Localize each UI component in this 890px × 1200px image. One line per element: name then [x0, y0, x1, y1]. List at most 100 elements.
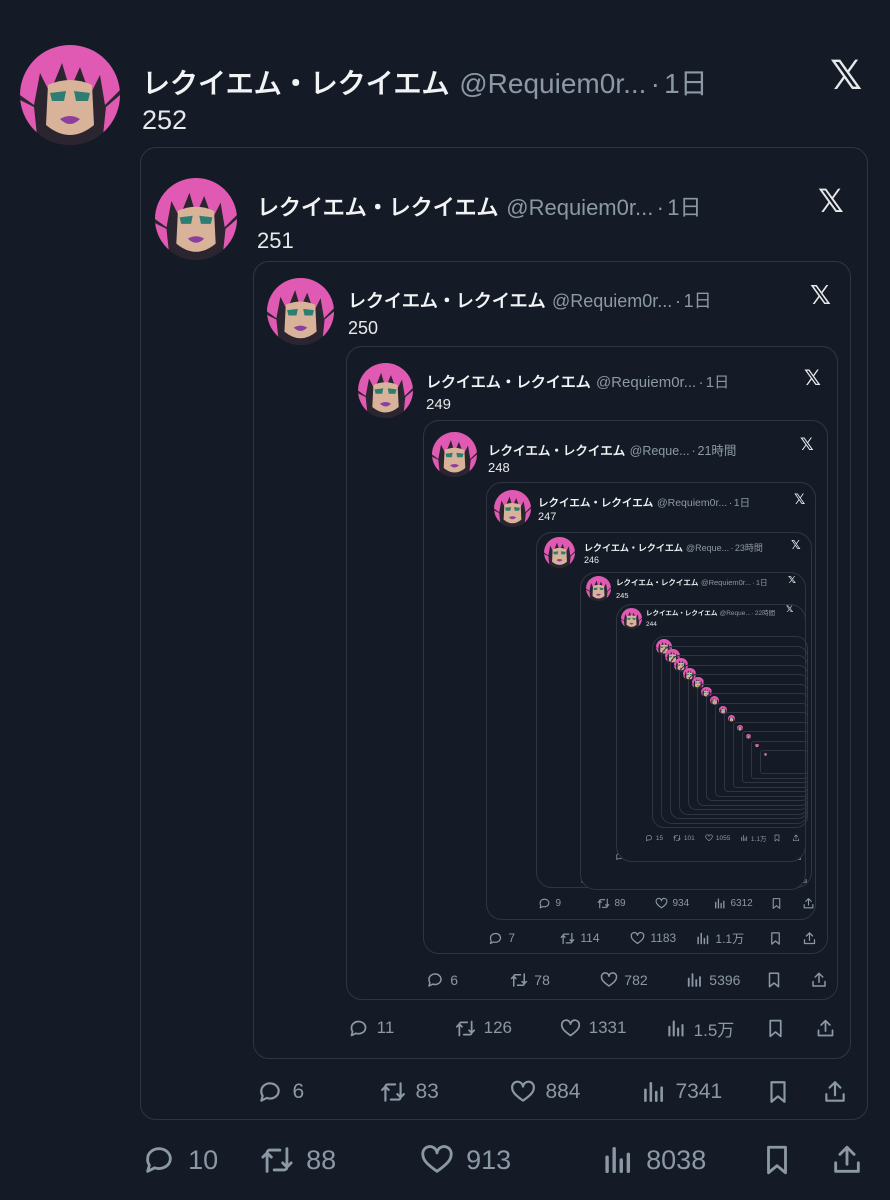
like-button[interactable]: 913 — [420, 1143, 511, 1177]
share-icon — [792, 834, 800, 842]
bookmark-button[interactable] — [760, 1143, 794, 1177]
author-handle[interactable]: @Reque... — [630, 444, 690, 458]
views-chart-icon — [600, 1143, 634, 1177]
like-button[interactable]: 934 — [655, 897, 689, 910]
share-button[interactable] — [810, 971, 828, 989]
author-name[interactable]: レクイエム・レクイエム — [257, 190, 499, 222]
timestamp[interactable]: 1日 — [706, 371, 729, 392]
reply-button[interactable]: 10 — [142, 1143, 218, 1177]
tweet-text: 251 — [257, 228, 294, 253]
avatar[interactable] — [358, 363, 413, 418]
views-button[interactable]: 1.5万 — [665, 1018, 734, 1040]
timestamp[interactable]: 1日 — [756, 577, 768, 588]
retweet-button[interactable]: 101 — [673, 834, 695, 842]
reply-button[interactable]: 15 — [645, 834, 663, 842]
timestamp[interactable]: 23時間 — [735, 541, 763, 554]
author-name[interactable]: レクイエム・レクイエム — [348, 287, 546, 313]
bookmark-icon — [765, 971, 783, 989]
author-handle[interactable]: @Requiem0r... — [596, 374, 696, 391]
author-name[interactable]: レクイエム・レクイエム — [426, 371, 591, 392]
tweet-text: 244 — [646, 621, 657, 628]
retweet-icon — [455, 1018, 476, 1039]
avatar[interactable] — [20, 45, 120, 145]
author-name[interactable]: レクイエム・レクイエム — [142, 62, 449, 102]
separator-dot: · — [730, 543, 734, 553]
views-button[interactable]: 6312 — [713, 897, 753, 910]
reply-button[interactable]: 6 — [426, 971, 458, 989]
retweet-button[interactable]: 126 — [455, 1018, 512, 1039]
retweet-button[interactable]: 114 — [560, 931, 600, 946]
views-count: 1.1万 — [715, 931, 745, 946]
timestamp[interactable]: 1日 — [667, 190, 701, 222]
bookmark-button[interactable] — [765, 971, 783, 989]
timestamp[interactable]: 22時間 — [755, 607, 775, 617]
reply-button[interactable]: 6 — [257, 1079, 304, 1105]
share-button[interactable] — [822, 1079, 848, 1105]
author-handle[interactable]: @Reque... — [686, 543, 729, 553]
share-button[interactable] — [830, 1143, 864, 1177]
tweet-header: レクイエム・レクイエム @Reque... · 22時間 — [646, 607, 775, 617]
bookmark-button[interactable] — [765, 1079, 791, 1105]
tweet-header: レクイエム・レクイエム @Reque... · 21時間 — [488, 440, 736, 459]
reply-button[interactable]: 11 — [348, 1018, 394, 1039]
views-chart-icon — [665, 1018, 686, 1039]
avatar[interactable] — [494, 490, 531, 527]
like-button[interactable]: 884 — [510, 1079, 580, 1105]
avatar[interactable] — [432, 432, 477, 477]
avatar[interactable] — [621, 608, 642, 629]
author-name[interactable]: レクイエム・レクイエム — [616, 577, 698, 588]
timestamp[interactable]: 1日 — [684, 287, 712, 313]
views-button[interactable]: 1.1万 — [740, 834, 766, 843]
author-handle[interactable]: @Requiem0r... — [552, 291, 672, 312]
share-button[interactable] — [792, 834, 800, 842]
retweet-button[interactable]: 88 — [260, 1143, 336, 1177]
author-handle[interactable]: @Requiem0r... — [657, 497, 727, 509]
x-logo-icon: 𝕏 — [810, 281, 831, 312]
like-button[interactable]: 1331 — [560, 1018, 626, 1039]
share-button[interactable] — [815, 1018, 836, 1039]
author-handle[interactable]: @Requiem0r... — [459, 68, 646, 100]
views-button[interactable]: 7341 — [640, 1079, 722, 1105]
avatar[interactable] — [544, 537, 575, 568]
avatar[interactable] — [267, 278, 334, 345]
reply-button[interactable]: 7 — [488, 931, 515, 946]
bookmark-button[interactable] — [768, 931, 783, 946]
avatar[interactable] — [586, 576, 611, 601]
views-button[interactable]: 1.1万 — [695, 931, 744, 946]
bookmark-button[interactable] — [770, 897, 783, 910]
author-name[interactable]: レクイエム・レクイエム — [488, 440, 625, 459]
like-button[interactable]: 1055 — [705, 834, 730, 842]
retweet-button[interactable]: 89 — [597, 897, 626, 910]
like-button[interactable]: 782 — [600, 971, 648, 989]
views-count: 7341 — [675, 1080, 723, 1103]
share-icon — [822, 1079, 848, 1105]
reply-button[interactable]: 9 — [538, 897, 561, 910]
x-logo-icon: 𝕏 — [818, 182, 844, 221]
author-name[interactable]: レクイエム・レクイエム — [538, 495, 653, 510]
retweet-button[interactable]: 78 — [510, 971, 550, 989]
author-name[interactable]: レクイエム・レクイエム — [584, 541, 683, 554]
timestamp[interactable]: 1日 — [664, 62, 708, 102]
like-button[interactable]: 1183 — [630, 931, 676, 946]
tweet-header: レクイエム・レクイエム @Requiem0r... · 1日 — [426, 371, 729, 392]
avatar — [737, 724, 744, 731]
avatar[interactable] — [155, 178, 237, 260]
share-button[interactable] — [802, 897, 815, 910]
views-button[interactable]: 8038 — [600, 1143, 706, 1177]
x-logo-icon: 𝕏 — [794, 491, 806, 508]
timestamp[interactable]: 1日 — [734, 495, 750, 510]
retweet-button[interactable]: 83 — [380, 1079, 439, 1105]
share-button[interactable] — [802, 931, 817, 946]
author-name[interactable]: レクイエム・レクイエム — [646, 607, 717, 617]
reply-icon — [348, 1018, 369, 1039]
author-handle[interactable]: @Requiem0r... — [506, 195, 653, 221]
bookmark-button[interactable] — [773, 834, 781, 842]
timestamp[interactable]: 21時間 — [698, 440, 737, 459]
bookmark-button[interactable] — [765, 1018, 786, 1039]
author-handle[interactable]: @Requiem0r... — [701, 578, 751, 587]
reply-icon — [257, 1079, 283, 1105]
author-handle[interactable]: @Reque... — [720, 610, 751, 617]
bookmark-icon — [765, 1018, 786, 1039]
heart-icon — [705, 834, 713, 842]
views-button[interactable]: 5396 — [685, 971, 740, 989]
